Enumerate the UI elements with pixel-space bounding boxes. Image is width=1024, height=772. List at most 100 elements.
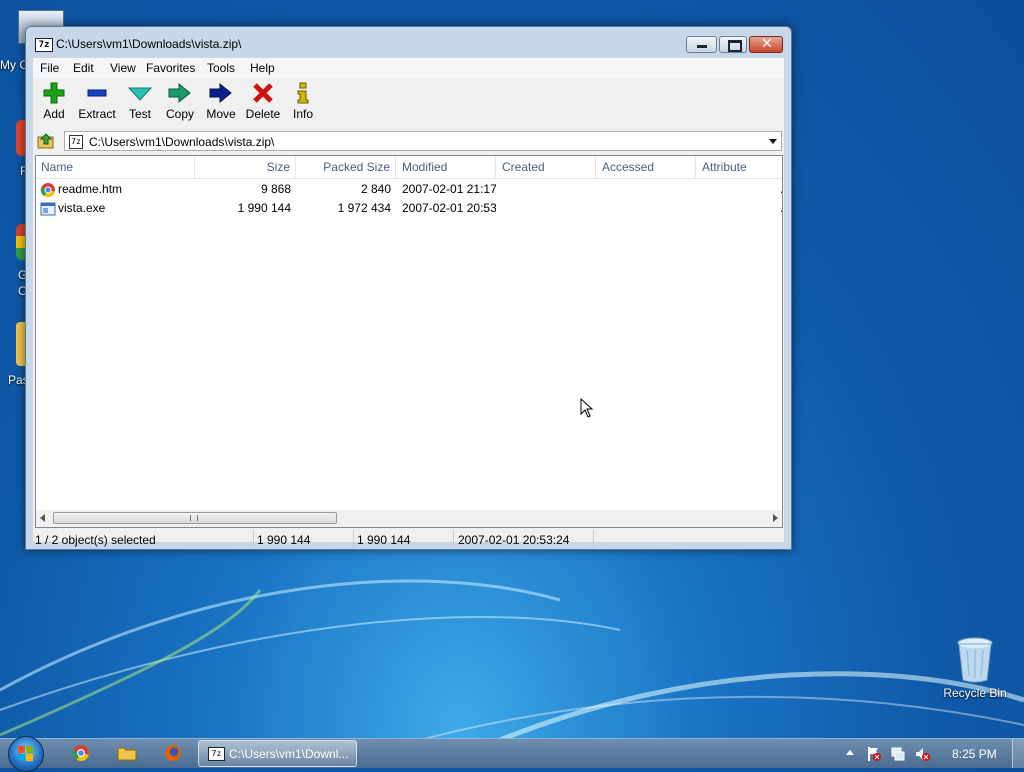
- status-bar: 1 / 2 object(s) selected 1 990 144 1 990…: [33, 528, 784, 552]
- file-packed-size: 2 840: [360, 182, 391, 196]
- window-client-area: File Edit View Favorites Tools Help Add …: [33, 58, 784, 548]
- menu-tools[interactable]: Tools: [207, 61, 235, 75]
- scroll-right-arrow-icon[interactable]: [773, 514, 778, 522]
- volume-muted-icon[interactable]: [915, 746, 931, 762]
- delete-button[interactable]: Delete: [243, 82, 283, 121]
- scrollbar-grip-icon: [190, 515, 198, 521]
- close-button[interactable]: ✕: [749, 35, 783, 53]
- menu-file[interactable]: File: [40, 61, 59, 75]
- column-packed-size[interactable]: Packed Size: [296, 156, 396, 178]
- file-list[interactable]: Name Size Packed Size Modified Created A…: [35, 155, 783, 528]
- menu-view[interactable]: View: [110, 61, 136, 75]
- windows-logo-icon: [18, 746, 33, 761]
- address-input[interactable]: 7z C:\Users\vm1\Downloads\vista.zip\: [64, 131, 782, 151]
- taskbar: 7z C:\Users\vm1\Downl... 8:25 PM: [0, 736, 1024, 772]
- chrome-file-icon: [40, 183, 55, 198]
- trash-bin-icon: [957, 637, 993, 683]
- double-arrow-icon: [168, 82, 191, 104]
- window-title: C:\Users\vm1\Downloads\vista.zip\: [56, 37, 242, 51]
- recycle-bin-label: Recycle Bin: [943, 686, 1007, 700]
- chrome-icon: [72, 745, 89, 762]
- show-hidden-icons-button[interactable]: [846, 750, 854, 755]
- copy-button[interactable]: Copy: [161, 82, 199, 121]
- plus-icon: [43, 82, 65, 104]
- recycle-bin-icon[interactable]: Recycle Bin: [940, 636, 1010, 700]
- minus-icon: [87, 89, 107, 97]
- file-modified: 2007-02-01 21:17: [402, 182, 496, 196]
- x-icon: [253, 83, 273, 103]
- show-desktop-button[interactable]: [1012, 739, 1024, 768]
- exe-file-icon: [40, 202, 56, 216]
- status-packed-size: 1 990 144: [357, 533, 411, 547]
- extract-button[interactable]: Extract: [75, 82, 119, 121]
- status-size: 1 990 144: [257, 533, 311, 547]
- file-name: vista.exe: [58, 201, 106, 215]
- dropdown-arrow-icon[interactable]: [769, 139, 777, 144]
- title-bar[interactable]: 7z C:\Users\vm1\Downloads\vista.zip\ ✕: [26, 27, 791, 59]
- test-label: Test: [128, 107, 151, 121]
- restore-icon: [728, 40, 742, 52]
- horizontal-scrollbar[interactable]: [36, 510, 782, 527]
- scrollbar-thumb[interactable]: [53, 512, 337, 524]
- menu-bar: File Edit View Favorites Tools Help: [33, 58, 784, 78]
- taskbar-explorer[interactable]: [112, 740, 142, 767]
- 7zip-taskbar-icon: 7z: [208, 747, 225, 761]
- start-button[interactable]: [8, 736, 44, 772]
- 7zip-app-icon: 7z: [35, 38, 53, 52]
- file-size: 9 868: [260, 182, 291, 196]
- action-center-icon[interactable]: [866, 746, 882, 762]
- column-header-row: Name Size Packed Size Modified Created A…: [36, 156, 782, 179]
- arrow-right-icon: [209, 82, 232, 104]
- info-icon: [297, 82, 309, 104]
- add-label: Add: [43, 107, 65, 121]
- column-size[interactable]: Size: [195, 156, 296, 178]
- taskbar-firefox[interactable]: [158, 740, 188, 767]
- column-attributes[interactable]: Attribute: [696, 156, 782, 178]
- column-created[interactable]: Created: [496, 156, 596, 178]
- menu-edit[interactable]: Edit: [73, 61, 94, 75]
- desktop-wallpaper-swoosh: [0, 579, 1024, 740]
- taskbar-7zip-window[interactable]: 7z C:\Users\vm1\Downl...: [198, 740, 357, 767]
- close-icon: ✕: [761, 35, 773, 51]
- status-divider: [253, 530, 254, 548]
- extract-label: Extract: [78, 107, 116, 121]
- up-folder-button[interactable]: [37, 132, 57, 152]
- taskbar-chrome[interactable]: [66, 740, 96, 767]
- copy-label: Copy: [165, 107, 194, 121]
- maximize-button[interactable]: [719, 36, 747, 53]
- move-button[interactable]: Move: [202, 82, 240, 121]
- scroll-left-arrow-icon[interactable]: [40, 514, 45, 522]
- network-icon[interactable]: [891, 746, 907, 762]
- status-divider: [353, 530, 354, 548]
- toolbar: Add Extract Test Copy Move Delete Info: [33, 78, 784, 130]
- table-row[interactable]: vista.exe 1 990 144 1 972 434 2007-02-01…: [36, 199, 782, 218]
- folder-up-icon: [37, 133, 54, 149]
- status-divider: [453, 530, 454, 548]
- status-selection: 1 / 2 object(s) selected: [35, 533, 156, 547]
- status-modified: 2007-02-01 20:53:24: [458, 533, 570, 547]
- move-label: Move: [206, 107, 236, 121]
- mouse-cursor-icon: [580, 398, 594, 418]
- file-attributes: A: [781, 199, 782, 218]
- file-modified: 2007-02-01 20:53: [402, 201, 496, 215]
- menu-favorites[interactable]: Favorites: [146, 61, 195, 75]
- minimize-button[interactable]: [686, 36, 717, 53]
- info-button[interactable]: Info: [287, 82, 319, 121]
- test-button[interactable]: Test: [122, 82, 158, 121]
- clock[interactable]: 8:25 PM: [952, 747, 997, 761]
- file-packed-size: 1 972 434: [337, 201, 391, 215]
- status-divider: [593, 530, 594, 548]
- minimize-icon: [697, 45, 707, 48]
- table-row[interactable]: readme.htm 9 868 2 840 2007-02-01 21:17 …: [36, 180, 782, 199]
- check-icon: [128, 87, 152, 101]
- file-name: readme.htm: [58, 182, 123, 196]
- taskbar-window-title: C:\Users\vm1\Downl...: [229, 747, 349, 761]
- column-name[interactable]: Name: [36, 156, 195, 178]
- column-modified[interactable]: Modified: [396, 156, 496, 178]
- add-button[interactable]: Add: [36, 82, 72, 121]
- menu-help[interactable]: Help: [250, 61, 275, 75]
- folder-icon: [117, 747, 137, 761]
- column-accessed[interactable]: Accessed: [596, 156, 696, 178]
- delete-label: Delete: [245, 107, 281, 121]
- 7zip-window: 7z C:\Users\vm1\Downloads\vista.zip\ ✕ F…: [25, 26, 792, 550]
